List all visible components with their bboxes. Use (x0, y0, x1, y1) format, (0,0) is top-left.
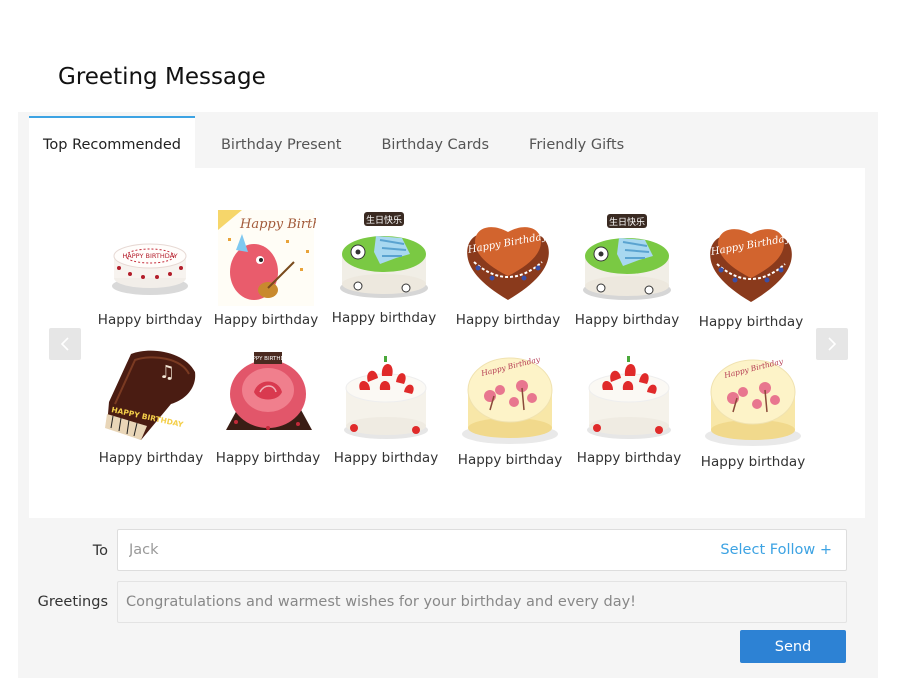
tab-top-recommended[interactable]: Top Recommended (29, 116, 195, 168)
greetings-input[interactable] (118, 582, 846, 622)
tab-birthday-cards[interactable]: Birthday Cards (367, 116, 503, 168)
gift-item[interactable]: HAPPY BIRTHDAY Happy birthday (213, 348, 323, 466)
gift-item[interactable]: Happy Birthday Happy birthday (453, 210, 563, 328)
next-arrow-button[interactable] (816, 328, 848, 360)
prev-arrow-button[interactable] (49, 328, 81, 360)
flower-cake-icon: Happy Birthday (705, 356, 801, 446)
gift-item[interactable]: Happy Birthday Happy birthday (211, 210, 321, 328)
to-label: To (92, 543, 108, 559)
svg-text:生日快乐: 生日快乐 (366, 214, 402, 226)
heart-chocolate-cake-icon: Happy Birthday (709, 229, 792, 302)
gift-gallery: HAPPY BIRTHDAY Happy birthday Happy Birt… (29, 168, 865, 518)
select-follow-link[interactable]: Select Follow + (720, 542, 832, 558)
svg-text:Happy Birthday: Happy Birthday (239, 217, 316, 232)
to-field[interactable]: Select Follow + (117, 529, 847, 571)
gift-caption: Happy birthday (574, 312, 680, 328)
send-button[interactable]: Send (740, 630, 846, 663)
gift-item[interactable]: Happy birthday (574, 348, 684, 466)
gift-caption: Happy birthday (698, 314, 804, 330)
football-cake-icon: 生日快乐 (340, 212, 428, 298)
strawberry-cake-icon (587, 356, 671, 439)
chevron-right-icon (828, 337, 837, 351)
gift-caption: Happy birthday (215, 450, 321, 466)
gift-caption: Happy birthday (213, 312, 319, 328)
gift-caption: Happy birthday (455, 312, 561, 328)
gift-item[interactable]: 生日快乐 Happy birthday (329, 208, 439, 326)
greetings-label: Greetings (37, 594, 108, 610)
gift-item[interactable]: Happy birthday (331, 348, 441, 466)
gift-caption: Happy birthday (331, 310, 437, 326)
gift-caption: Happy birthday (98, 450, 204, 466)
gift-caption: Happy birthday (700, 454, 806, 470)
svg-text:HAPPY BIRTHDAY: HAPPY BIRTHDAY (245, 356, 292, 362)
flower-cake-icon: Happy Birthday (462, 354, 558, 444)
tab-birthday-present[interactable]: Birthday Present (207, 116, 356, 168)
svg-text:生日快乐: 生日快乐 (609, 216, 645, 228)
rose-cake-icon: HAPPY BIRTHDAY (226, 352, 312, 430)
gift-caption: Happy birthday (576, 450, 682, 466)
gift-item[interactable]: 生日快乐 Happy birthday (572, 210, 682, 328)
piano-cake-icon: ♫ HAPPY BIRTHDAY (105, 350, 196, 440)
tab-bar: Top Recommended Birthday Present Birthda… (29, 116, 650, 168)
heart-chocolate-cake-icon: Happy Birthday (466, 227, 549, 300)
page-title: Greeting Message (58, 64, 266, 90)
gift-caption: Happy birthday (333, 450, 439, 466)
gift-item[interactable]: Happy Birthday Happy birthday (698, 352, 808, 470)
chevron-left-icon (60, 337, 69, 351)
strawberry-cake-icon (344, 356, 428, 439)
svg-text:HAPPY BIRTHDAY: HAPPY BIRTHDAY (122, 252, 177, 260)
football-cake-icon: 生日快乐 (583, 214, 671, 300)
gift-caption: Happy birthday (457, 452, 563, 468)
svg-text:♫: ♫ (159, 362, 175, 383)
gift-item[interactable]: ♫ HAPPY BIRTHDAY Happy birthday (96, 348, 206, 466)
tab-friendly-gifts[interactable]: Friendly Gifts (515, 116, 638, 168)
gift-caption: Happy birthday (97, 312, 203, 328)
birthday-card-icon: Happy Birthday (218, 210, 316, 306)
white-round-cake-icon: HAPPY BIRTHDAY (112, 243, 188, 295)
gift-item[interactable]: Happy Birthday Happy birthday (696, 212, 806, 330)
gift-item[interactable]: HAPPY BIRTHDAY Happy birthday (95, 216, 205, 328)
greetings-field[interactable] (117, 581, 847, 623)
greeting-panel: Top Recommended Birthday Present Birthda… (18, 112, 878, 678)
gift-item[interactable]: Happy Birthday Happy birthday (455, 350, 565, 468)
